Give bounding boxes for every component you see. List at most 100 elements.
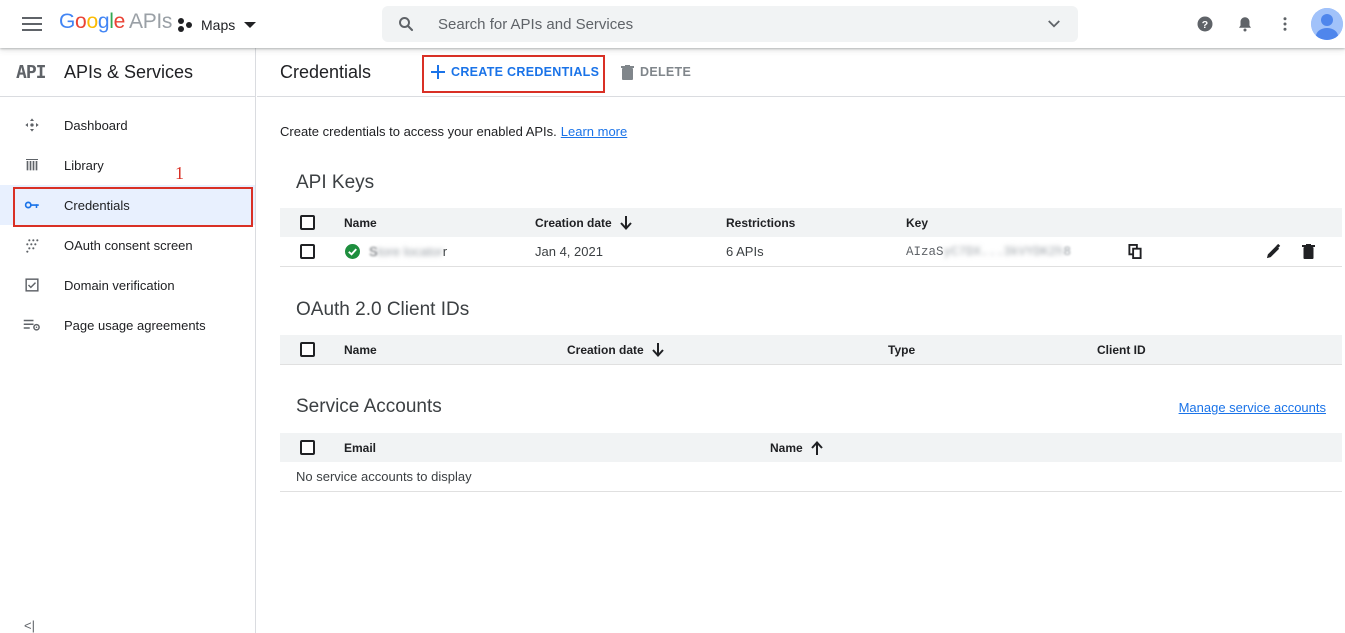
arrow-down-icon bbox=[619, 215, 632, 230]
sidebar-nav: Dashboard Library Credentials OAuth cons… bbox=[0, 97, 255, 345]
key-suffix: 8 bbox=[1063, 244, 1072, 259]
svg-text:?: ? bbox=[1202, 19, 1208, 31]
empty-row: No service accounts to display bbox=[280, 462, 1342, 492]
caret-down-icon bbox=[244, 22, 257, 28]
oauth-table: Name Creation date Type Client ID bbox=[280, 335, 1342, 365]
sidebar-item-label: Page usage agreements bbox=[64, 317, 206, 333]
chevron-down-icon[interactable] bbox=[1030, 15, 1078, 33]
menu-icon[interactable] bbox=[20, 14, 44, 34]
column-header-client-id[interactable]: Client ID bbox=[1097, 343, 1146, 357]
key-blurred: yC7DX...3kVYDK2h bbox=[943, 244, 1064, 259]
collapse-sidebar-icon[interactable]: <| bbox=[24, 618, 35, 633]
learn-more-link[interactable]: Learn more bbox=[561, 124, 627, 139]
main-content: Credentials CREATE CREDENTIALS DELETE Cr… bbox=[257, 48, 1345, 633]
sidebar-item-library[interactable]: Library bbox=[0, 145, 255, 185]
table-header: Name Creation date Type Client ID bbox=[280, 335, 1342, 364]
arrow-down-icon bbox=[651, 342, 664, 357]
sidebar-item-dashboard[interactable]: Dashboard bbox=[0, 105, 255, 145]
trash-icon[interactable] bbox=[1302, 244, 1315, 259]
sidebar-item-oauth-consent[interactable]: OAuth consent screen bbox=[0, 225, 255, 265]
sidebar-item-label: Credentials bbox=[64, 197, 130, 213]
sidebar-header: API APIs & Services bbox=[0, 48, 255, 97]
sidebar-item-label: Domain verification bbox=[64, 277, 175, 293]
api-key-value: AIzaS yC7DX...3kVYDK2h 8 bbox=[906, 245, 1071, 259]
column-header-creation-date[interactable]: Creation date bbox=[535, 215, 632, 230]
help-icon[interactable]: ? bbox=[1185, 4, 1225, 44]
more-vert-icon[interactable] bbox=[1265, 4, 1305, 44]
project-selector[interactable]: Maps bbox=[178, 14, 257, 36]
search-icon bbox=[382, 15, 430, 33]
table-header: Email Name bbox=[280, 433, 1342, 462]
checkbox-icon bbox=[22, 275, 42, 295]
google-apis-logo[interactable]: Google APIs bbox=[59, 10, 172, 34]
sidebar-item-credentials[interactable]: Credentials bbox=[0, 185, 255, 225]
top-app-bar: GoogleAPIs Maps ? bbox=[0, 0, 1345, 48]
api-key-name[interactable]: Store locator r bbox=[369, 244, 447, 259]
create-credentials-label: CREATE CREDENTIALS bbox=[451, 65, 600, 79]
intro-text: Create credentials to access your enable… bbox=[280, 124, 627, 139]
column-header-name[interactable]: Name bbox=[770, 441, 823, 455]
create-credentials-button[interactable]: CREATE CREDENTIALS bbox=[431, 65, 599, 79]
account-avatar[interactable] bbox=[1311, 8, 1343, 40]
key-icon bbox=[22, 195, 42, 215]
sidebar-item-label: Library bbox=[64, 157, 104, 173]
column-header-type[interactable]: Type bbox=[888, 343, 915, 357]
empty-message: No service accounts to display bbox=[296, 469, 472, 484]
oauth-icon bbox=[22, 235, 42, 255]
settings-list-icon bbox=[22, 315, 42, 335]
search-bar[interactable] bbox=[382, 6, 1078, 42]
column-header-label: Creation date bbox=[567, 342, 644, 357]
api-icon: API bbox=[16, 61, 47, 83]
select-all-checkbox[interactable] bbox=[300, 440, 315, 455]
sidebar-item-page-usage[interactable]: Page usage agreements bbox=[0, 305, 255, 345]
column-header-restrictions[interactable]: Restrictions bbox=[726, 216, 795, 230]
column-header-label: Name bbox=[770, 440, 803, 455]
project-icon bbox=[178, 18, 194, 32]
plus-icon bbox=[431, 65, 445, 79]
sidebar: API APIs & Services Dashboard Library Cr… bbox=[0, 48, 256, 633]
creation-date: Jan 4, 2021 bbox=[535, 244, 603, 259]
sidebar-item-label: Dashboard bbox=[64, 117, 128, 133]
api-keys-table: Name Creation date Restrictions Key Stor… bbox=[280, 208, 1342, 267]
delete-button[interactable]: DELETE bbox=[621, 64, 692, 80]
column-header-name[interactable]: Name bbox=[344, 343, 377, 357]
select-all-checkbox[interactable] bbox=[300, 215, 315, 230]
sidebar-item-domain-verification[interactable]: Domain verification bbox=[0, 265, 255, 305]
arrow-up-icon bbox=[810, 440, 823, 455]
restrictions: 6 APIs bbox=[726, 244, 764, 259]
service-accounts-title: Service Accounts bbox=[296, 396, 442, 417]
edit-icon[interactable] bbox=[1266, 244, 1281, 259]
search-input[interactable] bbox=[430, 15, 1030, 33]
table-row[interactable]: Store locator r Jan 4, 2021 6 APIs AIzaS y… bbox=[280, 237, 1342, 267]
column-header-label: Creation date bbox=[535, 215, 612, 230]
delete-label: DELETE bbox=[640, 65, 692, 79]
project-name: Maps bbox=[201, 17, 236, 33]
divider bbox=[280, 364, 1342, 365]
column-header-email[interactable]: Email bbox=[344, 441, 376, 455]
select-all-checkbox[interactable] bbox=[300, 342, 315, 357]
name-suffix: r bbox=[442, 244, 448, 259]
library-icon bbox=[22, 155, 42, 175]
column-header-creation-date[interactable]: Creation date bbox=[567, 342, 664, 357]
intro-sentence: Create credentials to access your enable… bbox=[280, 124, 557, 139]
oauth-client-ids-title: OAuth 2.0 Client IDs bbox=[296, 299, 470, 320]
column-header-key[interactable]: Key bbox=[906, 216, 928, 230]
key-prefix: AIzaS bbox=[906, 244, 944, 259]
sidebar-title: APIs & Services bbox=[64, 61, 194, 82]
row-checkbox[interactable] bbox=[300, 244, 315, 259]
column-header-name[interactable]: Name bbox=[344, 216, 377, 230]
notifications-icon[interactable] bbox=[1225, 4, 1265, 44]
check-circle-icon bbox=[345, 244, 360, 259]
table-header: Name Creation date Restrictions Key bbox=[280, 208, 1342, 237]
annotation-number-1: 1 bbox=[175, 163, 184, 183]
sidebar-item-label: OAuth consent screen bbox=[64, 237, 193, 253]
trash-icon bbox=[621, 64, 634, 80]
dashboard-icon bbox=[22, 115, 42, 135]
copy-icon[interactable] bbox=[1128, 244, 1142, 259]
api-keys-title: API Keys bbox=[296, 172, 375, 193]
manage-service-accounts-link[interactable]: Manage service accounts bbox=[1179, 400, 1326, 415]
service-accounts-table: Email Name No service accounts to displa… bbox=[280, 433, 1342, 492]
name-prefix: S bbox=[369, 244, 378, 259]
name-blurred: tore locator bbox=[377, 244, 443, 259]
action-bar: Credentials CREATE CREDENTIALS DELETE bbox=[257, 48, 1345, 97]
